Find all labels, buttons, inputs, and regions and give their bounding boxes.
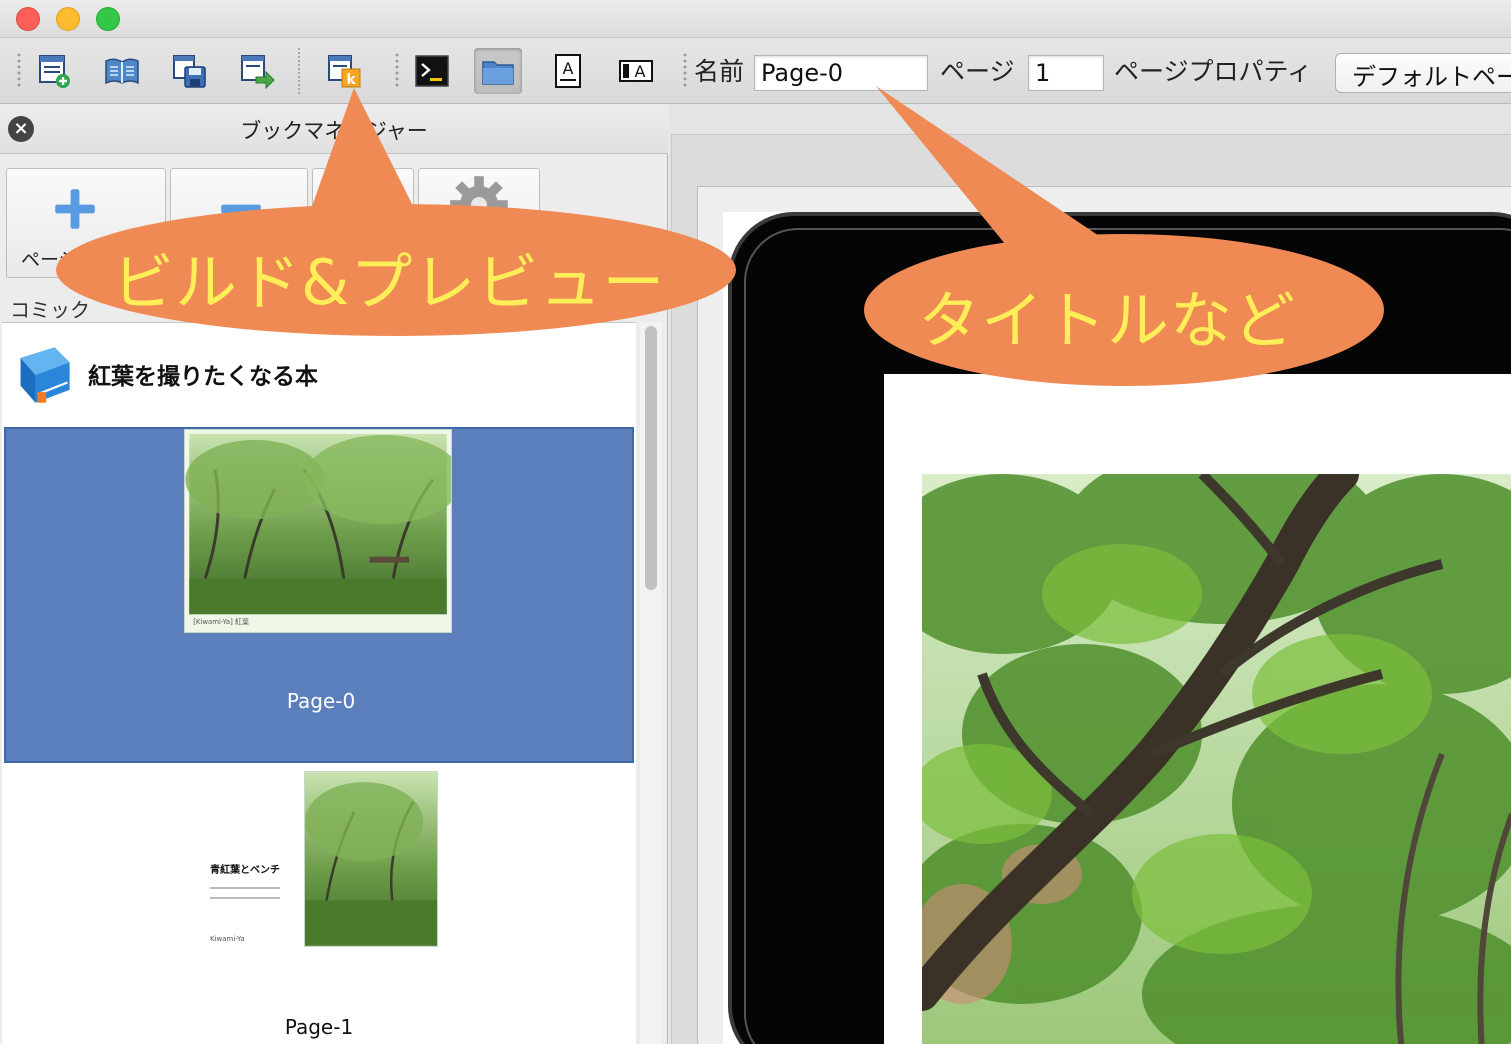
toolbar-grip[interactable] (682, 52, 688, 88)
book-manager-header: × ブックマネージャー (0, 104, 668, 154)
book-title: 紅葉を撮りたくなる本 (88, 364, 318, 390)
toolbar-grip[interactable] (394, 52, 400, 88)
export-button[interactable] (234, 48, 282, 94)
book-row[interactable]: 紅葉を撮りたくなる本 (2, 323, 636, 423)
new-page-button[interactable] (30, 48, 78, 94)
page-label: ページ (940, 57, 1015, 86)
page-thumbnail: [Kiwami-Ya] 紅葉 (184, 429, 452, 633)
terminal-button[interactable] (408, 48, 456, 94)
preview-photo (922, 474, 1511, 1044)
book-button[interactable] (98, 48, 146, 94)
name-input[interactable]: Page-0 (754, 55, 928, 91)
minus-icon (221, 204, 261, 214)
text-frame-button[interactable]: A (544, 48, 592, 94)
page-heading: 青紅葉とベンチ (210, 865, 280, 876)
new-page-icon (39, 55, 70, 88)
page-item-0[interactable]: [Kiwami-Ya] 紅葉 Page-0 (4, 427, 634, 763)
book-manager-title: ブックマネージャー (240, 119, 428, 143)
page-list-scrollbar[interactable] (640, 322, 662, 1044)
folder-button[interactable] (474, 48, 522, 94)
export-icon (241, 55, 275, 89)
terminal-icon (415, 55, 449, 87)
text-box-icon: A (619, 60, 653, 82)
forest-photo (922, 474, 1511, 1044)
plus-icon (55, 189, 95, 229)
save-icon (173, 55, 206, 88)
gear-icon (450, 176, 508, 234)
zoom-window-button[interactable] (96, 7, 120, 31)
build-preview-callout-text: ビルド&プレビュー (112, 246, 666, 319)
add-page-label: ページ (21, 249, 78, 271)
scrollbar-thumb[interactable] (645, 326, 657, 590)
save-button[interactable] (166, 48, 214, 94)
build-preview-button[interactable]: k (320, 48, 368, 94)
text-line (210, 887, 280, 889)
book-icon (105, 58, 139, 85)
close-window-button[interactable] (16, 7, 40, 31)
folder-icon (482, 61, 514, 85)
blue-book-icon (20, 347, 70, 403)
page-number-input[interactable]: 1 (1028, 55, 1104, 91)
title-callout-text: タイトルなど (918, 284, 1297, 357)
svg-text:A: A (563, 59, 574, 78)
toolbar-separator (298, 48, 300, 94)
forest-photo (305, 772, 437, 946)
toolbar-grip[interactable] (16, 52, 22, 88)
page-property-select[interactable]: デフォルトページ (1335, 53, 1511, 93)
forest-photo: [Kiwami-Ya] 紅葉 (185, 433, 451, 626)
thumbnail-caption: [Kiwami-Ya] 紅葉 (193, 617, 249, 626)
svg-text:k: k (346, 72, 356, 88)
page-thumbnail (304, 771, 438, 947)
svg-text:A: A (635, 62, 646, 81)
name-label: 名前 (694, 57, 745, 86)
title-bar (0, 0, 1511, 38)
text-box-button[interactable]: A (612, 48, 660, 94)
section-label: コミック (10, 298, 90, 322)
page-label: Page-1 (284, 1015, 354, 1039)
thumbnail-caption: Kiwami-Ya (210, 935, 245, 943)
minimize-window-button[interactable] (56, 7, 80, 31)
text-line (210, 897, 280, 899)
page-label: Page-0 (286, 689, 356, 713)
build-preview-icon: k (328, 55, 361, 88)
page-property-label: ページプロパティ (1114, 57, 1313, 86)
page-item-1[interactable]: 青紅葉とベンチ Kiwami-Ya Page-1 (4, 767, 634, 1044)
text-frame-icon: A (555, 54, 581, 88)
page-list[interactable]: 紅葉を撮りたくなる本 [Kiwami-Ya] 紅葉 Page-0 青紅葉とベンチ… (2, 322, 636, 1044)
